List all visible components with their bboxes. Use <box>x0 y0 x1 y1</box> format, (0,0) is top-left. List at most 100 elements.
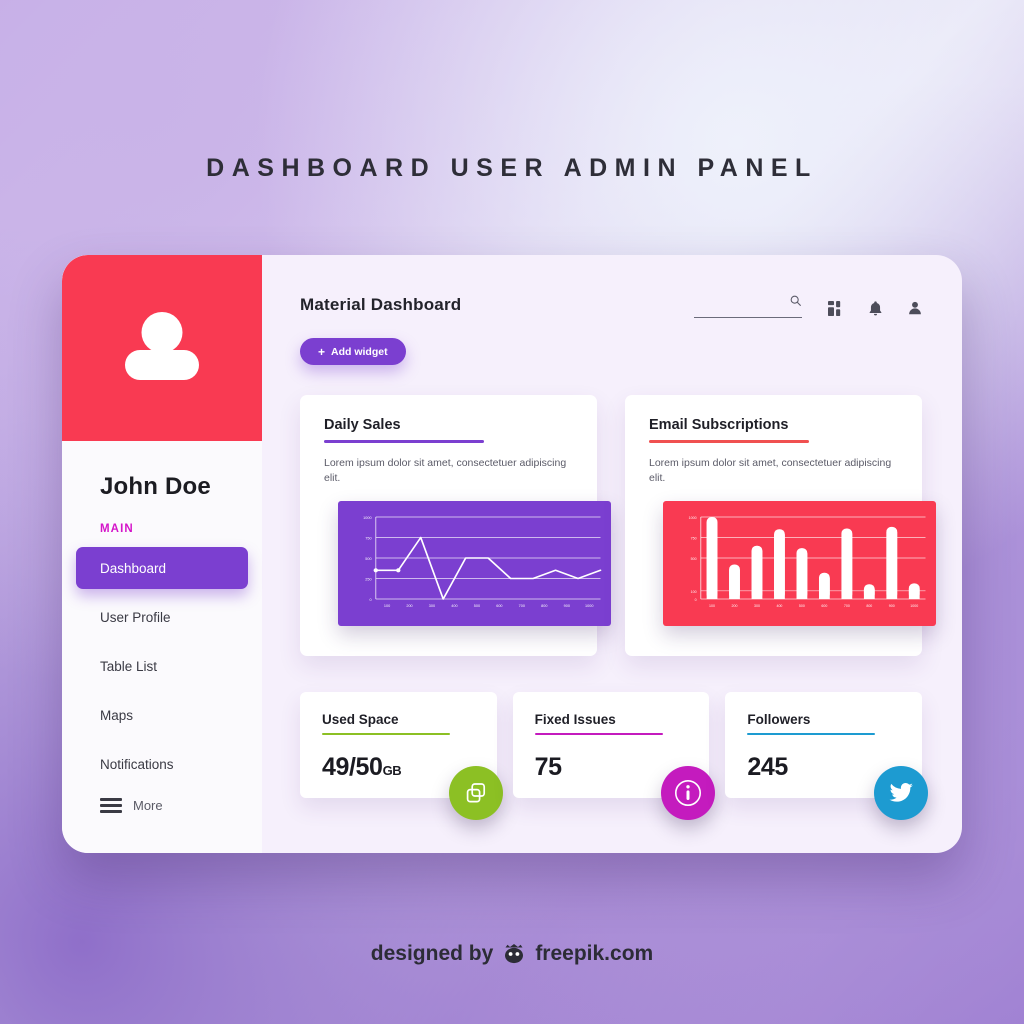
sidebar-more-button[interactable]: More <box>100 798 262 813</box>
dashboard-grid-icon[interactable] <box>828 300 843 316</box>
svg-text:700: 700 <box>844 604 850 608</box>
svg-text:500: 500 <box>365 557 371 561</box>
svg-text:100: 100 <box>384 604 390 608</box>
stat-number: 49/50 <box>322 753 383 782</box>
svg-text:600: 600 <box>496 604 502 608</box>
info-icon <box>675 780 702 807</box>
svg-text:500: 500 <box>799 604 805 608</box>
avatar-panel <box>62 255 262 441</box>
copy-icon <box>466 783 485 803</box>
sidebar-section-label: MAIN <box>100 523 134 535</box>
chart-card-row: Daily Sales Lorem ipsum dolor sit amet, … <box>300 395 936 657</box>
daily-sales-card: Daily Sales Lorem ipsum dolor sit amet, … <box>300 395 611 657</box>
svg-text:1000: 1000 <box>585 604 593 608</box>
sidebar-item-label: Maps <box>100 707 134 723</box>
sidebar-item-label: Notifications <box>100 756 174 772</box>
svg-text:200: 200 <box>406 604 412 608</box>
search-input[interactable] <box>694 302 802 318</box>
followers-badge[interactable] <box>874 766 929 821</box>
card-description: Lorem ipsum dolor sit amet, consectetuer… <box>649 456 892 485</box>
svg-text:500: 500 <box>474 604 480 608</box>
svg-text:1000: 1000 <box>363 516 371 520</box>
card-title: Email Subscriptions <box>649 417 789 433</box>
user-name: John Doe <box>100 473 211 500</box>
svg-text:0: 0 <box>369 598 371 602</box>
svg-text:400: 400 <box>451 604 457 608</box>
svg-text:600: 600 <box>821 604 827 608</box>
daily-sales-line-chart: 0 250 500 750 1000 100 200 300 400 500 600 700 800 90… <box>338 501 611 627</box>
plus-icon: + <box>318 344 326 359</box>
followers-card: Followers 245 <box>725 692 929 821</box>
freepik-logo-icon <box>505 944 524 964</box>
used-space-badge[interactable] <box>448 766 503 821</box>
topbar: Material Dashboard <box>300 295 922 318</box>
stat-number: 75 <box>534 753 562 782</box>
footer: designed by freepik.com <box>0 942 1024 966</box>
svg-text:700: 700 <box>519 604 525 608</box>
svg-text:300: 300 <box>429 604 435 608</box>
app-title: Material Dashboard <box>300 295 462 314</box>
stat-underline <box>322 733 450 736</box>
stat-title: Followers <box>747 712 811 728</box>
hamburger-icon <box>100 798 122 813</box>
search-field <box>694 295 802 318</box>
svg-text:250: 250 <box>365 578 371 582</box>
svg-text:1000: 1000 <box>689 516 697 520</box>
stat-value: 49/50GB <box>322 753 475 782</box>
svg-text:300: 300 <box>754 604 760 608</box>
email-subscriptions-card: Email Subscriptions Lorem ipsum dolor si… <box>625 395 936 657</box>
sidebar-item-notifications[interactable]: Notifications <box>76 743 248 785</box>
footer-prefix: designed by <box>370 942 494 965</box>
card-title: Daily Sales <box>324 417 401 433</box>
sidebar-nav: Dashboard User Profile Table List Maps N… <box>62 547 262 785</box>
avatar-head <box>141 312 183 353</box>
main-content: Material Dashboard + Add widget Daily Sa… <box>262 255 962 853</box>
svg-text:500: 500 <box>691 557 697 561</box>
sidebar-item-table-list[interactable]: Table List <box>76 645 248 687</box>
email-subscriptions-bar-chart: 0 100 500 750 1000 100 200 300 400 500 600 700 800 90… <box>663 501 936 627</box>
twitter-icon <box>889 783 913 802</box>
title-underline <box>649 440 809 443</box>
search-icon[interactable] <box>789 294 802 312</box>
stat-unit: GB <box>382 763 402 779</box>
stat-underline <box>534 733 663 736</box>
stat-underline <box>747 733 876 736</box>
sidebar-item-maps[interactable]: Maps <box>76 694 248 736</box>
stat-card-row: Used Space 49/50GB Fixed Issues 75 Follo… <box>300 692 929 821</box>
stat-title: Used Space <box>322 712 399 728</box>
stat-number: 245 <box>747 753 788 782</box>
svg-text:0: 0 <box>695 598 697 602</box>
add-widget-button[interactable]: + Add widget <box>300 338 406 365</box>
sidebar-more-label: More <box>133 798 163 813</box>
svg-text:900: 900 <box>564 604 570 608</box>
page-title: DASHBOARD USER ADMIN PANEL <box>206 154 818 182</box>
topbar-actions <box>694 295 922 318</box>
sidebar-item-dashboard[interactable]: Dashboard <box>76 547 248 589</box>
svg-text:900: 900 <box>889 604 895 608</box>
fixed-issues-badge[interactable] <box>661 766 716 821</box>
sidebar-item-label: Dashboard <box>100 560 167 576</box>
sidebar-item-user-profile[interactable]: User Profile <box>76 596 248 638</box>
svg-text:1000: 1000 <box>910 604 918 608</box>
card-description: Lorem ipsum dolor sit amet, consectetuer… <box>324 456 567 485</box>
avatar-body <box>125 350 199 380</box>
svg-text:800: 800 <box>541 604 547 608</box>
svg-text:750: 750 <box>365 537 371 541</box>
bell-icon[interactable] <box>869 300 882 316</box>
sidebar-item-label: User Profile <box>100 609 171 625</box>
fixed-issues-card: Fixed Issues 75 <box>512 692 716 821</box>
user-avatar-icon <box>123 312 201 384</box>
svg-text:200: 200 <box>732 604 738 608</box>
svg-text:100: 100 <box>691 590 697 594</box>
add-widget-label: Add widget <box>331 345 388 358</box>
title-underline <box>324 440 484 443</box>
svg-text:400: 400 <box>776 604 782 608</box>
svg-text:800: 800 <box>866 604 872 608</box>
stat-title: Fixed Issues <box>534 712 616 728</box>
app-window: John Doe MAIN Dashboard User Profile Tab… <box>62 255 962 853</box>
svg-text:750: 750 <box>691 537 697 541</box>
account-person-icon[interactable] <box>908 301 922 315</box>
footer-brand: freepik.com <box>535 942 654 965</box>
svg-text:100: 100 <box>709 604 715 608</box>
